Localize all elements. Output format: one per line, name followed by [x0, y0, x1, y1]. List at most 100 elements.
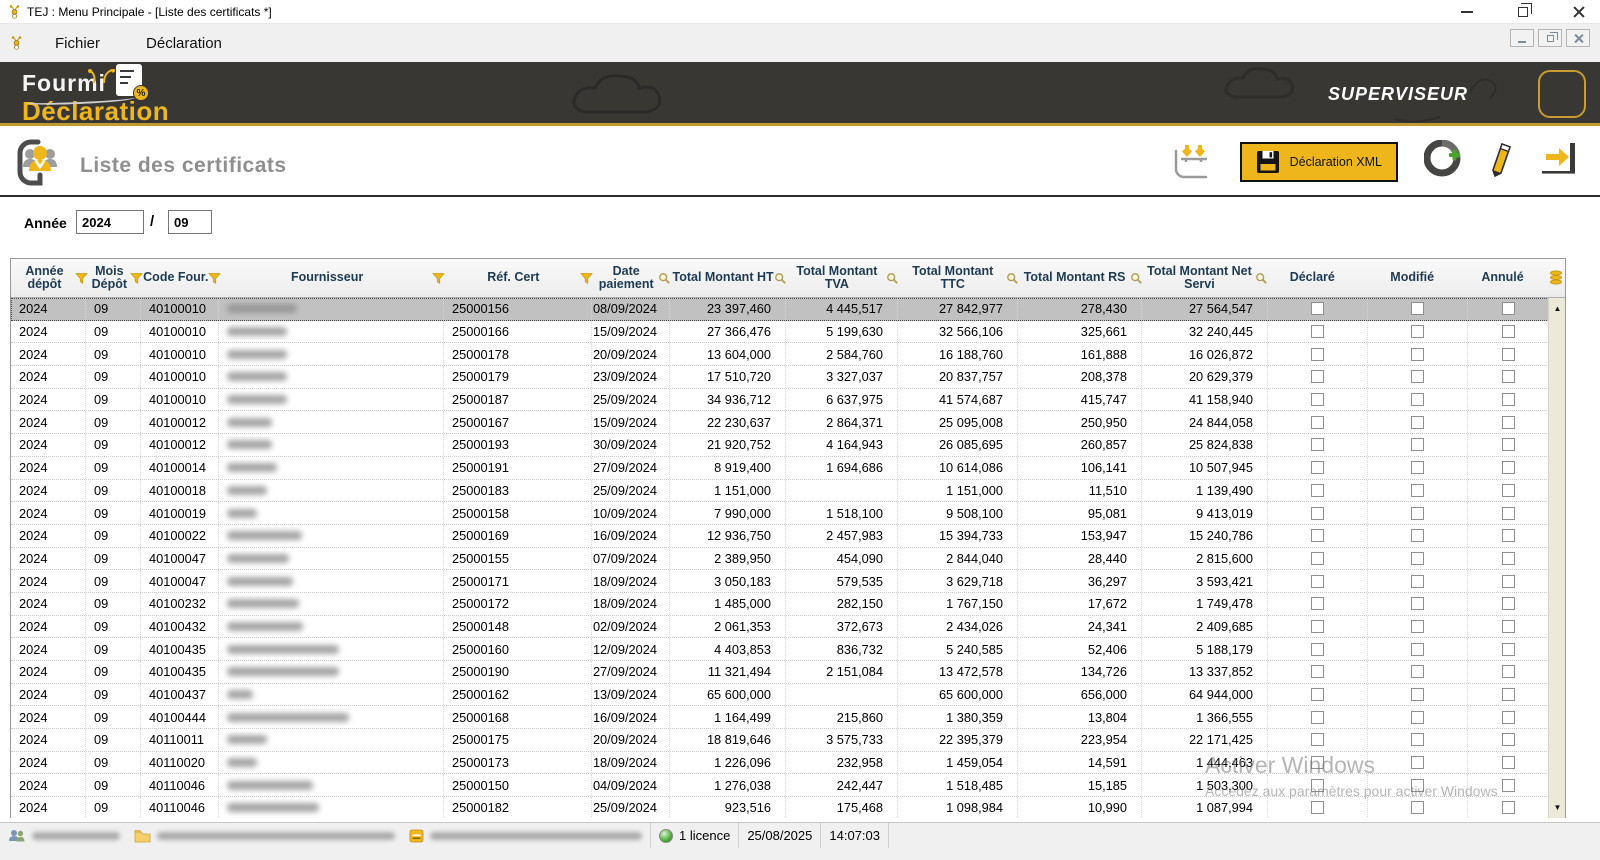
annee-input[interactable]: [76, 210, 144, 234]
scroll-down-arrow[interactable]: ▼: [1549, 799, 1566, 816]
table-row[interactable]: 202409401004322500014802/09/20242 061,35…: [11, 616, 1565, 639]
edit-pencil-icon[interactable]: [1488, 140, 1514, 183]
table-row[interactable]: 202409401000182500018325/09/20241 151,00…: [11, 480, 1565, 503]
declare-checkbox[interactable]: [1311, 325, 1324, 338]
declare-checkbox[interactable]: [1311, 416, 1324, 429]
annule-checkbox[interactable]: [1502, 665, 1515, 678]
restore-button[interactable]: [1510, 2, 1536, 22]
annule-checkbox[interactable]: [1502, 438, 1515, 451]
declare-checkbox[interactable]: [1311, 529, 1324, 542]
exit-icon[interactable]: [1540, 142, 1582, 181]
declare-checkbox[interactable]: [1311, 733, 1324, 746]
column-header-0[interactable]: Année dépôt: [11, 259, 86, 297]
minimize-button[interactable]: [1454, 2, 1480, 22]
annule-checkbox[interactable]: [1502, 552, 1515, 565]
table-row[interactable]: 202409401002322500017218/09/20241 485,00…: [11, 593, 1565, 616]
annule-checkbox[interactable]: [1502, 302, 1515, 315]
declare-checkbox[interactable]: [1311, 438, 1324, 451]
table-row[interactable]: 202409401000102500016615/09/202427 366,4…: [11, 321, 1565, 344]
column-header-options[interactable]: [1547, 259, 1565, 297]
table-row[interactable]: 202409401004372500016213/09/202465 600,0…: [11, 684, 1565, 707]
declare-checkbox[interactable]: [1311, 507, 1324, 520]
annule-checkbox[interactable]: [1502, 733, 1515, 746]
table-row[interactable]: 202409401000192500015810/09/20247 990,00…: [11, 502, 1565, 525]
declare-checkbox[interactable]: [1311, 756, 1324, 769]
modifie-checkbox[interactable]: [1411, 779, 1424, 792]
column-header-13[interactable]: Annulé: [1466, 259, 1547, 297]
declare-checkbox[interactable]: [1311, 688, 1324, 701]
declare-checkbox[interactable]: [1311, 552, 1324, 565]
modifie-checkbox[interactable]: [1411, 597, 1424, 610]
declare-checkbox[interactable]: [1311, 393, 1324, 406]
modifie-checkbox[interactable]: [1411, 801, 1424, 814]
annule-checkbox[interactable]: [1502, 756, 1515, 769]
declare-checkbox[interactable]: [1311, 597, 1324, 610]
modifie-checkbox[interactable]: [1411, 575, 1424, 588]
table-row[interactable]: 202409401000122500016715/09/202422 230,6…: [11, 411, 1565, 434]
modifie-checkbox[interactable]: [1411, 302, 1424, 315]
close-button[interactable]: [1566, 2, 1592, 22]
column-header-11[interactable]: Déclaré: [1266, 259, 1366, 297]
table-row[interactable]: 202409401100112500017520/09/202418 819,6…: [11, 729, 1565, 752]
modifie-checkbox[interactable]: [1411, 393, 1424, 406]
modifie-checkbox[interactable]: [1411, 416, 1424, 429]
modifie-checkbox[interactable]: [1411, 552, 1424, 565]
modifie-checkbox[interactable]: [1411, 643, 1424, 656]
annule-checkbox[interactable]: [1502, 348, 1515, 361]
annule-checkbox[interactable]: [1502, 597, 1515, 610]
annule-checkbox[interactable]: [1502, 620, 1515, 633]
column-header-9[interactable]: Total Montant RS: [1017, 259, 1141, 297]
table-row[interactable]: 202409401000102500017923/09/202417 510,7…: [11, 366, 1565, 389]
vertical-scrollbar[interactable]: ▲ ▼: [1548, 298, 1565, 818]
annule-checkbox[interactable]: [1502, 801, 1515, 814]
column-header-6[interactable]: Total Montant HT: [669, 259, 785, 297]
table-row[interactable]: 202409401000102500017820/09/202413 604,0…: [11, 343, 1565, 366]
annule-checkbox[interactable]: [1502, 643, 1515, 656]
modifie-checkbox[interactable]: [1411, 484, 1424, 497]
modifie-checkbox[interactable]: [1411, 620, 1424, 633]
modifie-checkbox[interactable]: [1411, 665, 1424, 678]
declare-checkbox[interactable]: [1311, 643, 1324, 656]
import-certificates-icon[interactable]: [1170, 137, 1214, 186]
column-header-1[interactable]: Mois Dépôt: [86, 259, 141, 297]
table-row[interactable]: 202409401000122500019330/09/202421 920,7…: [11, 434, 1565, 457]
column-header-8[interactable]: Total Montant TTC: [897, 259, 1017, 297]
declare-checkbox[interactable]: [1311, 484, 1324, 497]
modifie-checkbox[interactable]: [1411, 711, 1424, 724]
mdi-close-button[interactable]: [1566, 29, 1590, 47]
annule-checkbox[interactable]: [1502, 461, 1515, 474]
column-header-5[interactable]: Date paiement: [591, 259, 669, 297]
menu-declaration[interactable]: Déclaration: [132, 31, 236, 56]
scroll-up-arrow[interactable]: ▲: [1549, 300, 1566, 317]
table-row[interactable]: 202409401000102500018725/09/202434 936,7…: [11, 389, 1565, 412]
mdi-minimize-button[interactable]: [1510, 29, 1534, 47]
table-row[interactable]: 202409401000102500015608/09/202423 397,4…: [11, 298, 1565, 321]
table-row[interactable]: 202409401100462500015004/09/20241 276,03…: [11, 774, 1565, 797]
table-row[interactable]: 202409401000142500019127/09/20248 919,40…: [11, 457, 1565, 480]
annule-checkbox[interactable]: [1502, 779, 1515, 792]
table-row[interactable]: 202409401000472500017118/09/20243 050,18…: [11, 570, 1565, 593]
table-row[interactable]: 202409401004352500016012/09/20244 403,85…: [11, 638, 1565, 661]
annule-checkbox[interactable]: [1502, 393, 1515, 406]
modifie-checkbox[interactable]: [1411, 688, 1424, 701]
annule-checkbox[interactable]: [1502, 529, 1515, 542]
modifie-checkbox[interactable]: [1411, 438, 1424, 451]
column-options-coins-icon[interactable]: [1549, 270, 1563, 286]
declare-checkbox[interactable]: [1311, 801, 1324, 814]
declare-checkbox[interactable]: [1311, 620, 1324, 633]
modifie-checkbox[interactable]: [1411, 461, 1424, 474]
annule-checkbox[interactable]: [1502, 688, 1515, 701]
mois-input[interactable]: [168, 210, 212, 234]
modifie-checkbox[interactable]: [1411, 756, 1424, 769]
declaration-xml-button[interactable]: Déclaration XML: [1240, 142, 1398, 182]
modifie-checkbox[interactable]: [1411, 529, 1424, 542]
mdi-restore-button[interactable]: [1538, 29, 1562, 47]
sync-add-icon[interactable]: [1424, 140, 1462, 183]
declare-checkbox[interactable]: [1311, 575, 1324, 588]
column-header-10[interactable]: Total Montant Net Servi: [1141, 259, 1267, 297]
table-row[interactable]: 202409401100202500017318/09/20241 226,09…: [11, 752, 1565, 775]
declare-checkbox[interactable]: [1311, 779, 1324, 792]
table-row[interactable]: 202409401100462500018225/09/2024923,5161…: [11, 797, 1565, 818]
modifie-checkbox[interactable]: [1411, 325, 1424, 338]
table-row[interactable]: 202409401000472500015507/09/20242 389,95…: [11, 548, 1565, 571]
